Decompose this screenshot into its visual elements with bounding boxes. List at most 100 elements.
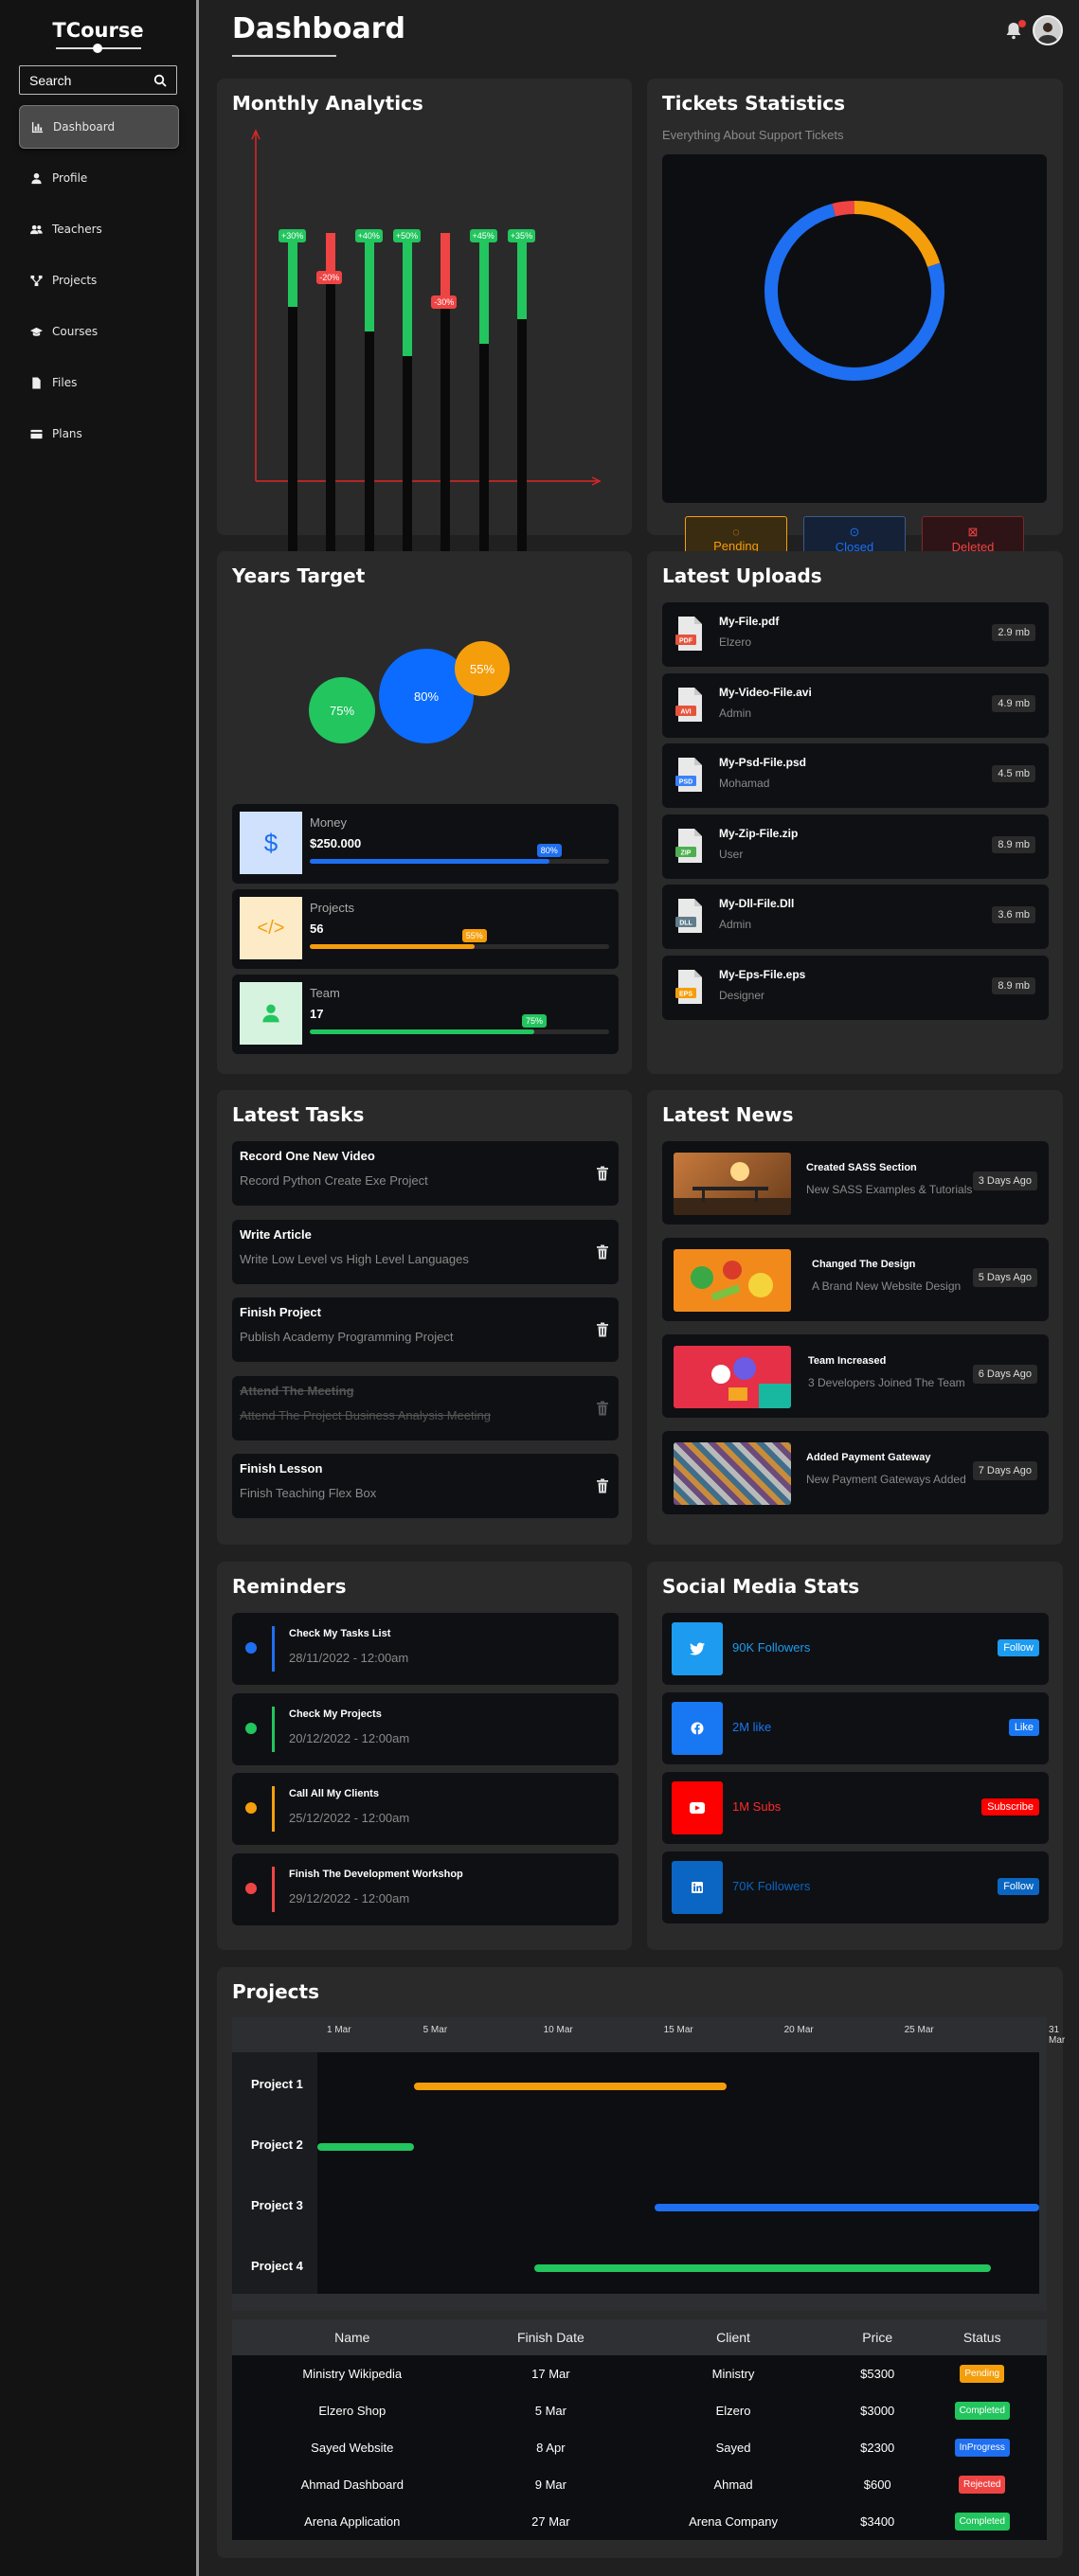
table-row[interactable]: Sayed Website 8 Apr Sayed $2300 InProgress xyxy=(232,2429,1047,2466)
latest-uploads-card: Latest Uploads PDF My-File.pdf Elzero 2.9 m… xyxy=(647,551,1063,1074)
news-desc: New Payment Gateways Added xyxy=(806,1473,966,1486)
brand-logo[interactable]: TCourse xyxy=(0,19,196,42)
news-desc: 3 Developers Joined The Team xyxy=(808,1376,965,1389)
reminder-item[interactable]: Check My Projects 20/12/2022 - 12:00am xyxy=(232,1692,619,1765)
file-item[interactable]: PSD My-Psd-File.psd Mohamad 4.5 mb xyxy=(662,743,1049,808)
bar-value xyxy=(364,233,374,331)
goal-progress: 55% xyxy=(310,929,609,949)
reminder-title: Check My Tasks List xyxy=(289,1628,391,1639)
gantt-row-label: Project 1 xyxy=(251,2077,303,2091)
reminder-item[interactable]: Finish The Development Workshop 29/12/202… xyxy=(232,1852,619,1925)
task-desc: Finish Teaching Flex Box xyxy=(240,1486,377,1500)
table-row[interactable]: Elzero Shop 5 Mar Elzero $3000 Completed xyxy=(232,2392,1047,2429)
follow-button[interactable]: Follow xyxy=(998,1639,1039,1656)
subscribe-button[interactable]: Subscribe xyxy=(981,1798,1039,1816)
file-name: My-File.pdf xyxy=(719,615,780,628)
projects-card: Projects 1 Mar 5 Mar 10 Mar 15 Mar 20 Mar 25 … xyxy=(217,1967,1065,2558)
goal-label: Projects xyxy=(310,901,354,915)
bar-column xyxy=(478,233,489,560)
news-date: 7 Days Ago xyxy=(972,1461,1037,1480)
sidebar-item-label: Files xyxy=(52,376,78,389)
file-name: My-Zip-File.zip xyxy=(719,826,799,840)
sidebar-item-plans[interactable]: Plans xyxy=(19,412,179,456)
reminder-item[interactable]: Call All My Clients 25/12/2022 - 12:00am xyxy=(232,1773,619,1845)
task-item[interactable]: Finish Lesson Finish Teaching Flex Box xyxy=(232,1454,619,1518)
reminder-bar xyxy=(272,1706,275,1752)
trash-icon[interactable] xyxy=(596,1244,609,1260)
cell-name: Ahmad Dashboard xyxy=(232,2466,473,2503)
search-icon[interactable] xyxy=(153,74,167,87)
gantt-bar[interactable] xyxy=(413,2083,727,2090)
reminder-bar xyxy=(272,1626,275,1672)
file-zip-icon: ZIP xyxy=(675,828,704,864)
search-input[interactable]: Search xyxy=(19,65,177,95)
like-button[interactable]: Like xyxy=(1008,1719,1039,1736)
goal-badge: 80% xyxy=(536,844,562,857)
file-item[interactable]: EPS My-Eps-File.eps Designer 8.9 mb xyxy=(662,955,1049,1020)
news-item[interactable]: Created SASS Section New SASS Examples &… xyxy=(662,1141,1049,1225)
file-item[interactable]: AVI My-Video-File.avi Admin 4.9 mb xyxy=(662,672,1049,738)
file-item[interactable]: ZIP My-Zip-File.zip User 8.9 mb xyxy=(662,814,1049,879)
trash-icon[interactable] xyxy=(596,1401,609,1416)
task-title: Finish Lesson xyxy=(240,1461,323,1476)
cell-finish-date: 9 Mar xyxy=(472,2466,630,2503)
cell-finish-date: 27 Mar xyxy=(472,2503,630,2540)
gantt-bar[interactable] xyxy=(317,2143,414,2151)
reminder-bar xyxy=(272,1786,275,1832)
avatar[interactable] xyxy=(1033,15,1063,45)
bar-column xyxy=(288,233,297,560)
file-item[interactable]: PDF My-File.pdf Elzero 2.9 mb xyxy=(662,602,1049,667)
file-size: 8.9 mb xyxy=(992,835,1035,853)
news-item[interactable]: Changed The Design A Brand New Website D… xyxy=(662,1238,1049,1321)
task-item[interactable]: Attend The Meeting Attend The Project Bus… xyxy=(232,1375,619,1440)
chart-axes xyxy=(251,129,602,486)
status-badge: Completed xyxy=(954,2402,1010,2420)
table-row[interactable]: Ministry Wikipedia 17 Mar Ministry $5300 Pen… xyxy=(232,2355,1047,2392)
cell-price: $600 xyxy=(836,2466,918,2503)
file-uploader: Admin xyxy=(719,918,752,931)
vegetables-image xyxy=(691,1261,773,1301)
sidebar-item-profile[interactable]: Profile xyxy=(19,156,179,200)
news-item[interactable]: Added Payment Gateway New Payment Gatewa… xyxy=(662,1431,1049,1514)
svg-text:ZIP: ZIP xyxy=(681,850,692,856)
table-row[interactable]: Ahmad Dashboard 9 Mar Ahmad $600 Rejected xyxy=(232,2466,1047,2503)
donut-slice-deleted xyxy=(832,201,855,217)
file-item[interactable]: DLL My-Dll-File.Dll Admin 3.6 mb xyxy=(662,885,1049,949)
donut-chart-area xyxy=(662,154,1047,503)
trash-icon[interactable] xyxy=(596,1166,609,1181)
gantt-tick-label: 15 Mar xyxy=(663,2025,693,2035)
sidebar-item-teachers[interactable]: Teachers xyxy=(19,207,179,251)
task-item[interactable]: Finish Project Publish Academy Programmin… xyxy=(232,1297,619,1362)
status-badge: InProgress xyxy=(954,2439,1010,2457)
credit-card-icon xyxy=(30,429,43,438)
tickets-statistics-card: Tickets Statistics Everything About Supp… xyxy=(647,79,1063,582)
sidebar-item-label: Courses xyxy=(52,325,99,338)
file-eps-icon: EPS xyxy=(675,969,704,1005)
sidebar-item-projects[interactable]: Projects xyxy=(19,259,179,302)
bar-label: -20% xyxy=(316,271,343,284)
task-item[interactable]: Record One New Video Record Python Create… xyxy=(232,1141,619,1206)
cell-status: InProgress xyxy=(917,2429,1047,2466)
reminder-item[interactable]: Check My Tasks List 28/11/2022 - 12:00am xyxy=(232,1613,619,1685)
gantt-bar[interactable] xyxy=(533,2264,992,2272)
gantt-bar[interactable] xyxy=(654,2204,1039,2211)
follow-button[interactable]: Follow xyxy=(998,1878,1039,1895)
sidebar-item-courses[interactable]: Courses xyxy=(19,310,179,353)
news-item[interactable]: Team Increased 3 Developers Joined The T… xyxy=(662,1334,1049,1418)
card-title: Years Target xyxy=(232,564,366,587)
file-uploader: Elzero xyxy=(719,635,752,649)
facebook-icon xyxy=(672,1702,723,1755)
trash-icon[interactable] xyxy=(596,1322,609,1337)
table-header: Name xyxy=(232,2319,473,2355)
sidebar-item-files[interactable]: Files xyxy=(19,361,179,404)
table-row[interactable]: Arena Application 27 Mar Arena Company $340… xyxy=(232,2503,1047,2540)
bar-value xyxy=(402,233,412,356)
file-pdf-icon: PDF xyxy=(675,616,704,652)
sidebar-item-dashboard[interactable]: Dashboard xyxy=(19,105,179,149)
svg-text:PSD: PSD xyxy=(679,779,692,786)
gantt-row-label: Project 4 xyxy=(251,2259,303,2273)
goal-label: Money xyxy=(310,815,348,830)
trash-icon[interactable] xyxy=(596,1478,609,1494)
gantt-right-strip xyxy=(1039,2052,1047,2311)
task-item[interactable]: Write Article Write Low Level vs High Lev… xyxy=(232,1219,619,1284)
